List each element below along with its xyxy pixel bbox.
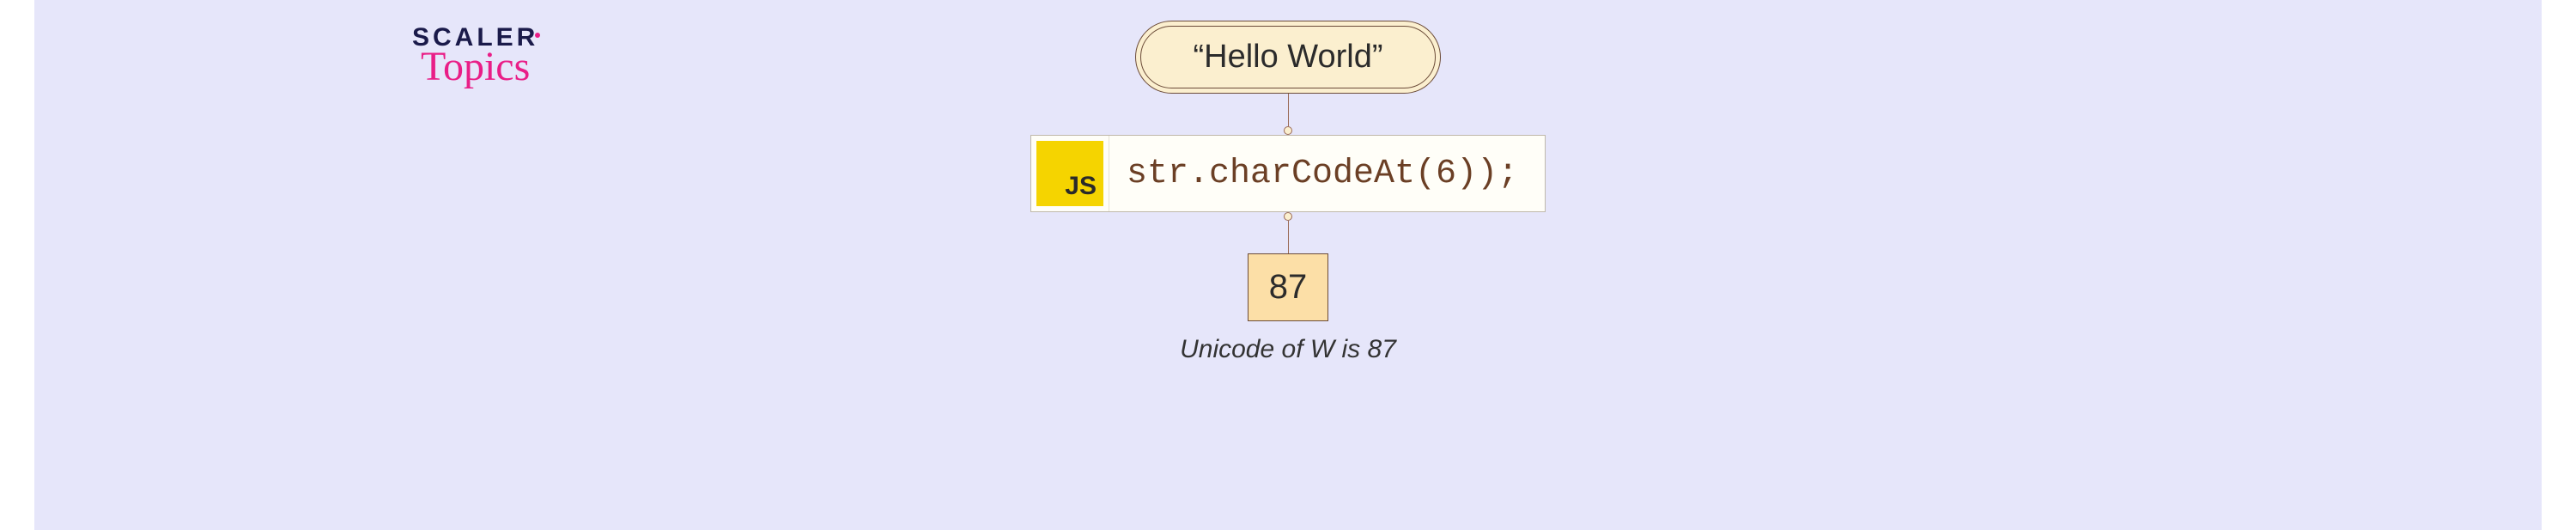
logo-text-topics: Topics (421, 47, 538, 87)
diagram-canvas: SCALER Topics “Hello World” JS str.charC… (34, 0, 2542, 530)
scaler-topics-logo: SCALER Topics (412, 26, 538, 86)
connector-top (1284, 94, 1292, 135)
js-badge-icon: JS (1036, 141, 1103, 206)
logo-dot-icon (535, 33, 540, 38)
code-expression-text: str.charCodeAt(6)); (1109, 136, 1544, 211)
input-string-text: “Hello World” (1193, 39, 1382, 75)
result-node: 87 (1248, 253, 1329, 321)
connector-dot-icon (1284, 126, 1292, 135)
input-string-node: “Hello World” (1140, 26, 1435, 88)
result-value: 87 (1269, 268, 1308, 306)
caption-text: Unicode of W is 87 (1180, 335, 1396, 364)
flow-diagram: “Hello World” JS str.charCodeAt(6)); 87 … (1030, 21, 1546, 364)
connector-line-icon (1288, 94, 1289, 126)
connector-bottom (1284, 212, 1292, 253)
code-expression-node: JS str.charCodeAt(6)); (1030, 135, 1546, 212)
connector-dot-icon (1284, 212, 1292, 221)
connector-line-icon (1288, 221, 1289, 253)
